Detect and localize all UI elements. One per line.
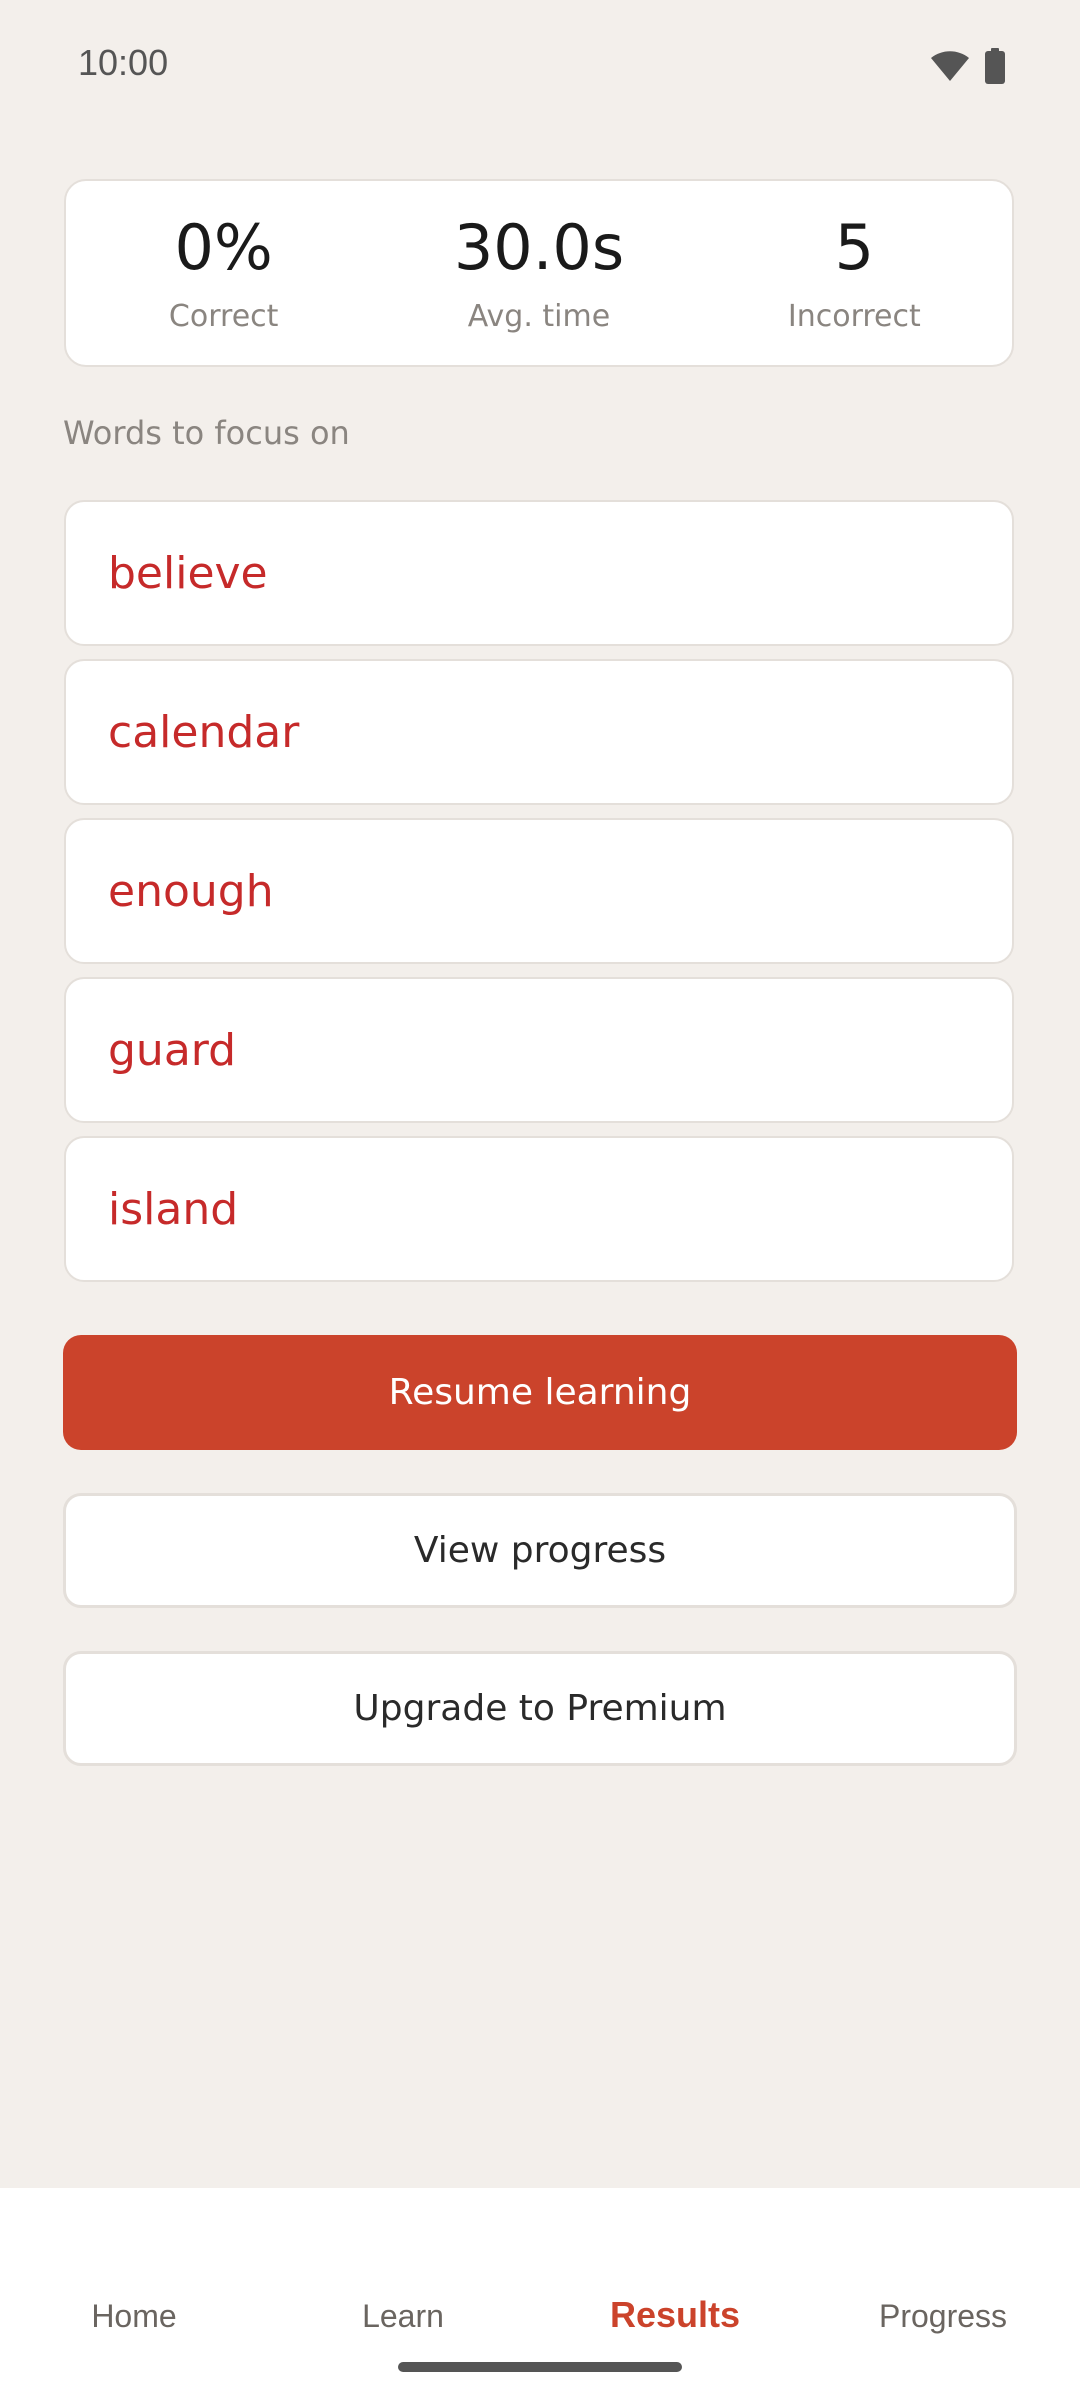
- stat-avg-time-value: 30.0s: [453, 211, 625, 284]
- stat-correct: 0% Correct: [66, 181, 381, 365]
- word-text: enough: [108, 865, 274, 917]
- upgrade-premium-button[interactable]: Upgrade to Premium: [63, 1651, 1017, 1766]
- word-card-enough[interactable]: enough: [64, 818, 1014, 964]
- nav-item-progress[interactable]: Progress: [879, 2298, 1007, 2335]
- word-text: island: [108, 1183, 239, 1235]
- stat-incorrect-label: Incorrect: [787, 299, 921, 334]
- section-title: Words to focus on: [63, 414, 350, 452]
- word-text: calendar: [108, 706, 300, 758]
- stat-correct-label: Correct: [168, 299, 279, 334]
- resume-learning-button[interactable]: Resume learning: [63, 1335, 1017, 1450]
- word-text: believe: [108, 547, 268, 599]
- word-card-believe[interactable]: believe: [64, 500, 1014, 646]
- stat-incorrect-value: 5: [834, 211, 875, 284]
- stats-card: 0% Correct 30.0s Avg. time 5 Incorrect: [64, 179, 1014, 367]
- word-list: believe calendar enough guard island: [64, 500, 1014, 1295]
- status-bar: 10:00: [0, 0, 1080, 135]
- stat-avg-time-label: Avg. time: [467, 299, 611, 334]
- word-card-island[interactable]: island: [64, 1136, 1014, 1282]
- stat-avg-time: 30.0s Avg. time: [381, 181, 696, 365]
- status-icons: [930, 48, 1006, 84]
- view-progress-button[interactable]: View progress: [63, 1493, 1017, 1608]
- stat-correct-value: 0%: [174, 211, 273, 284]
- nav-item-learn[interactable]: Learn: [362, 2298, 444, 2335]
- stat-incorrect: 5 Incorrect: [697, 181, 1012, 365]
- word-card-calendar[interactable]: calendar: [64, 659, 1014, 805]
- nav-item-results[interactable]: Results: [610, 2294, 740, 2336]
- home-indicator[interactable]: [398, 2362, 682, 2372]
- word-text: guard: [108, 1024, 237, 1076]
- nav-item-home[interactable]: Home: [91, 2298, 176, 2335]
- status-time: 10:00: [78, 42, 169, 83]
- battery-icon: [985, 48, 1005, 84]
- wifi-icon: [931, 51, 969, 81]
- word-card-guard[interactable]: guard: [64, 977, 1014, 1123]
